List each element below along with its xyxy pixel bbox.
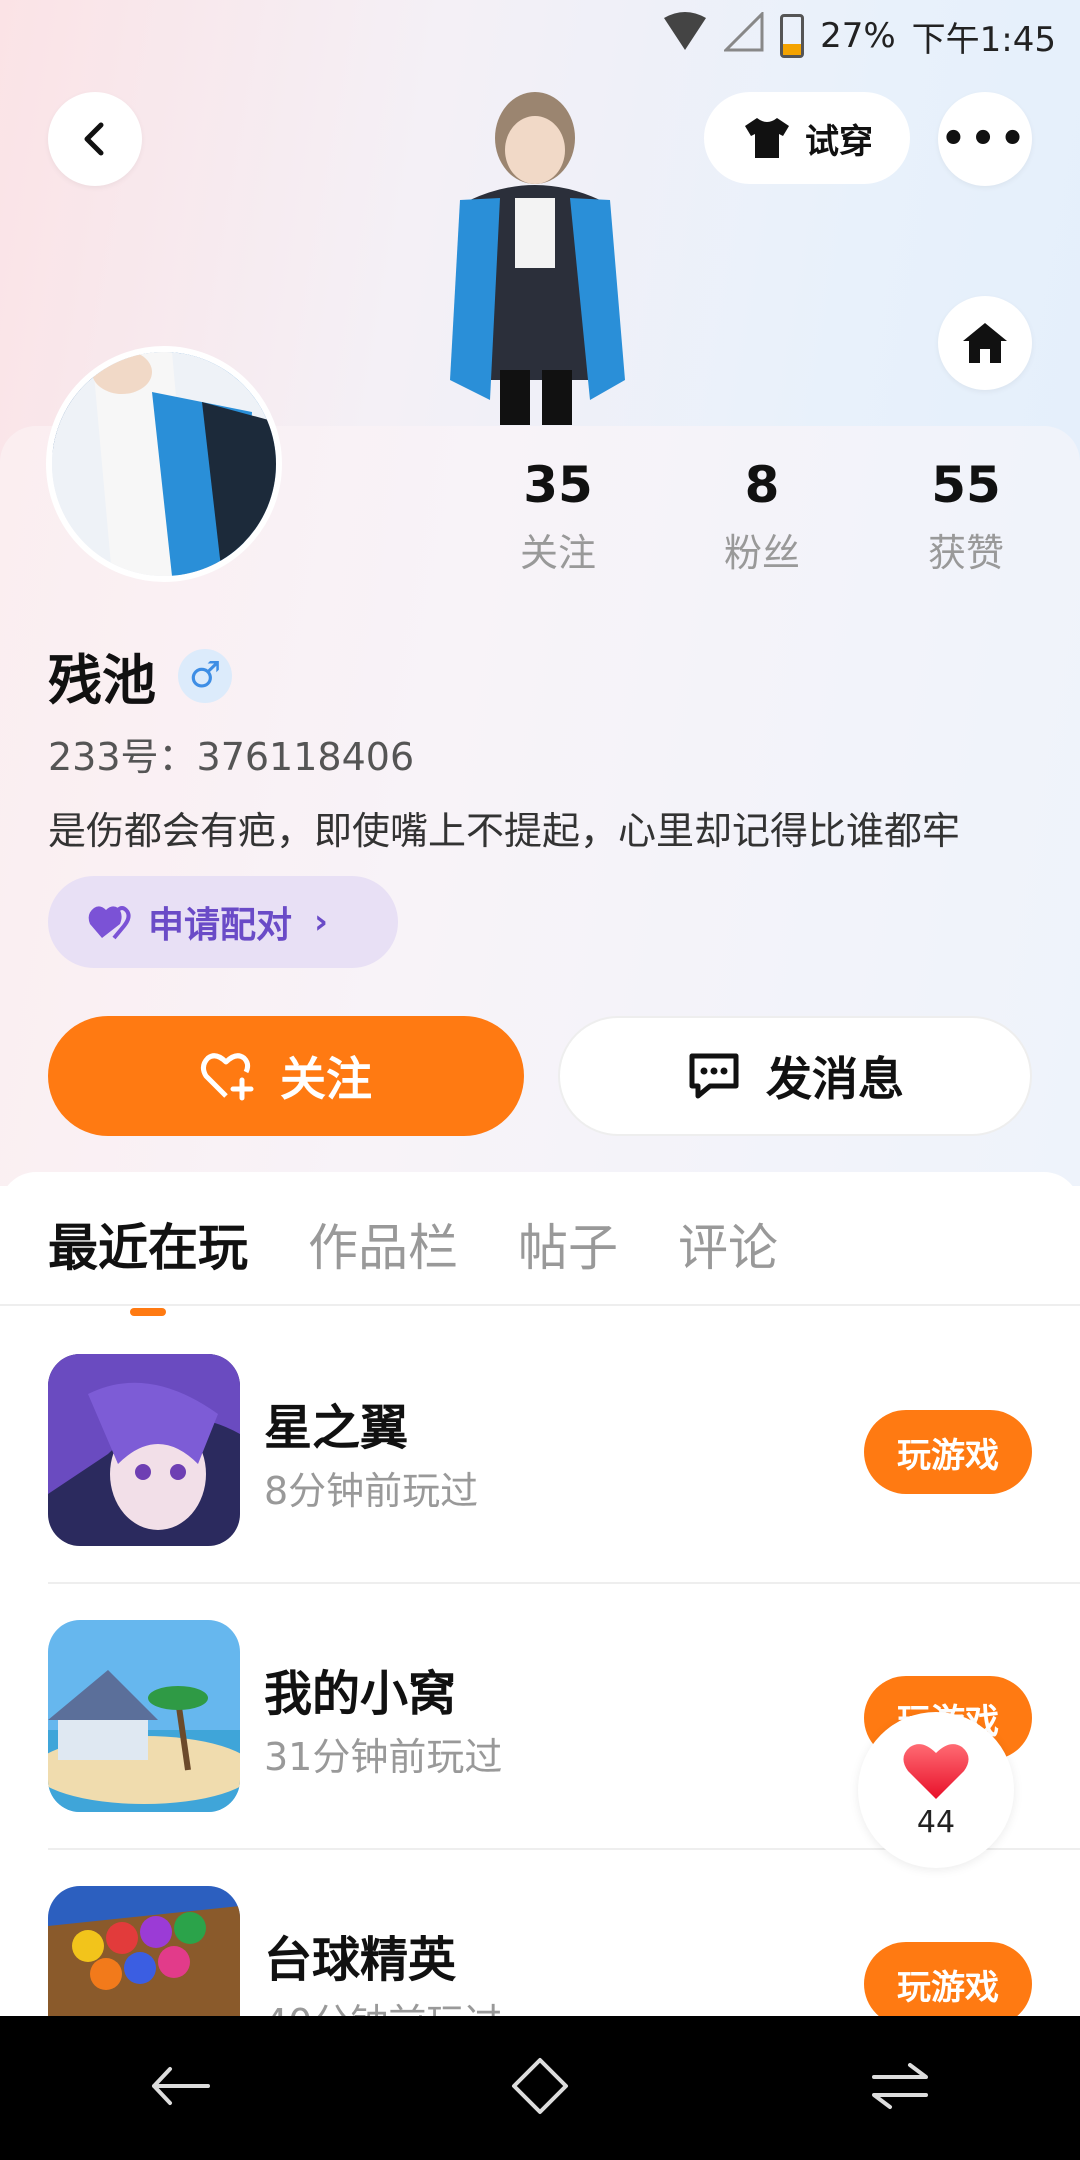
tab-recently-played[interactable]: 最近在玩 [48, 1208, 248, 1316]
nav-back-icon[interactable] [150, 2061, 210, 2115]
battery-icon [780, 14, 805, 58]
tabs-divider [0, 1304, 1080, 1306]
apply-pair-label: 申请配对 [148, 905, 293, 946]
nav-recent-icon[interactable] [870, 2061, 930, 2115]
likes-label: 获赞 [927, 531, 1004, 575]
user-bio: 是伤都会有疤，即使嘴上不提起，心里却记得比谁都牢 [48, 809, 961, 853]
likes-count: 55 [931, 456, 1001, 514]
profile-avatar[interactable] [46, 346, 282, 582]
likes-stat[interactable]: 55 获赞 [886, 456, 1046, 577]
more-button[interactable]: ••• [938, 92, 1032, 186]
following-stat[interactable]: 35 关注 [478, 456, 638, 577]
game-title: 星之翼 [264, 1400, 409, 1456]
back-button[interactable] [48, 92, 142, 186]
fans-label: 粉丝 [723, 531, 800, 575]
send-message-button[interactable]: 发消息 [558, 1016, 1032, 1136]
like-count: 44 [916, 1804, 956, 1840]
home-icon [963, 323, 1007, 363]
double-heart-icon [88, 906, 131, 940]
play-game-button[interactable]: 玩游戏 [864, 1410, 1032, 1494]
fans-stat[interactable]: 8 粉丝 [682, 456, 842, 577]
game-icon-taiqiujingying [48, 1886, 240, 2022]
chat-bubble-icon [689, 1053, 739, 1099]
heart-plus-icon [200, 1053, 254, 1101]
tab-comments[interactable]: 评论 [678, 1208, 778, 1280]
list-item[interactable]: 星之翼 8分钟前玩过 玩游戏 [48, 1354, 1080, 1620]
clock: 下午1:45 [911, 19, 1056, 60]
content-panel: 最近在玩 作品栏 帖子 评论 星之翼 8分钟前玩过 玩游戏 我的小窝 31分钟前… [0, 1172, 1080, 2022]
more-dots-icon: ••• [940, 116, 1030, 162]
row-divider [48, 1582, 1080, 1584]
system-nav-bar [0, 2016, 1080, 2160]
follow-button[interactable]: 关注 [48, 1016, 524, 1136]
chevron-right-icon: › [314, 902, 329, 942]
fans-count: 8 [744, 456, 780, 514]
home-button[interactable] [938, 296, 1032, 390]
user-id: 233号：376118406 [48, 735, 415, 779]
game-last-played: 8分钟前玩过 [264, 1469, 479, 1513]
back-arrow-icon [84, 122, 104, 156]
wifi-icon [662, 11, 708, 61]
male-gender-icon: ♂ [178, 648, 232, 703]
heart-icon [903, 1743, 969, 1799]
status-bar: 27% 下午1:45 [662, 0, 1056, 72]
signal-icon [722, 9, 764, 61]
game-title: 台球精英 [264, 1932, 457, 1988]
tab-posts[interactable]: 帖子 [518, 1208, 618, 1280]
following-count: 35 [523, 456, 593, 514]
game-icon-xingzhiyi [48, 1354, 240, 1546]
shirt-icon [745, 118, 789, 158]
game-icon-wodexiaowo [48, 1620, 240, 1812]
profile-name: 残池 [48, 649, 156, 712]
try-on-button[interactable]: 试穿 [704, 92, 910, 184]
game-title: 我的小窝 [264, 1666, 457, 1722]
game-last-played: 31分钟前玩过 [264, 1735, 503, 1779]
apply-pair-button[interactable]: 申请配对 › [48, 876, 398, 968]
profile-name-row: 残池 ♂ [48, 636, 232, 715]
profile-tabs: 最近在玩 作品栏 帖子 评论 [48, 1208, 778, 1316]
play-game-button[interactable]: 玩游戏 [864, 1942, 1032, 2022]
try-on-label: 试穿 [805, 121, 873, 162]
send-message-label: 发消息 [766, 1052, 904, 1106]
battery-percent: 27% [820, 16, 896, 56]
character-avatar-image[interactable] [420, 80, 650, 425]
like-floating-button[interactable]: 44 [858, 1712, 1014, 1868]
tab-works[interactable]: 作品栏 [308, 1208, 458, 1280]
nav-home-icon[interactable] [510, 2056, 570, 2120]
follow-label: 关注 [280, 1052, 372, 1106]
list-item[interactable]: 台球精英 40分钟前玩过 玩游戏 [48, 1886, 1080, 2022]
following-label: 关注 [519, 531, 596, 575]
